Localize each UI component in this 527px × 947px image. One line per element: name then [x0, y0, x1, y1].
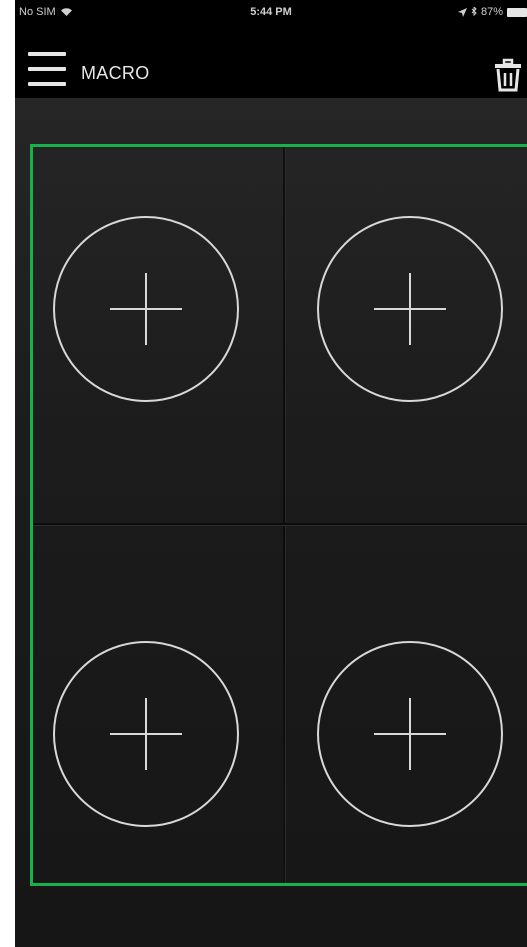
page-title: MACRO	[81, 63, 150, 83]
location-arrow-icon	[457, 7, 467, 17]
app-screen: No SIM 5:44 PM 87% MACRO	[15, 0, 527, 947]
grid-divider-horizontal	[33, 523, 527, 525]
plus-icon	[110, 698, 182, 770]
plus-icon	[374, 273, 446, 345]
macro-grid	[30, 144, 527, 886]
battery-icon	[507, 7, 527, 17]
macro-content	[15, 98, 527, 947]
battery-percent: 87%	[480, 6, 503, 18]
add-macro-button-4[interactable]	[317, 641, 503, 827]
add-macro-button-1[interactable]	[53, 216, 239, 402]
hamburger-menu-icon[interactable]	[28, 52, 66, 92]
plus-icon	[374, 698, 446, 770]
status-right: 87%	[457, 6, 527, 18]
nav-bar: MACRO	[15, 28, 527, 98]
status-bar: No SIM 5:44 PM 87%	[15, 0, 527, 28]
add-macro-button-2[interactable]	[317, 216, 503, 402]
grid-divider-vertical	[283, 147, 285, 883]
status-time: 5:44 PM	[250, 6, 292, 18]
trash-icon[interactable]	[493, 58, 523, 92]
add-macro-button-3[interactable]	[53, 641, 239, 827]
plus-icon	[110, 273, 182, 345]
bluetooth-icon	[471, 7, 477, 17]
